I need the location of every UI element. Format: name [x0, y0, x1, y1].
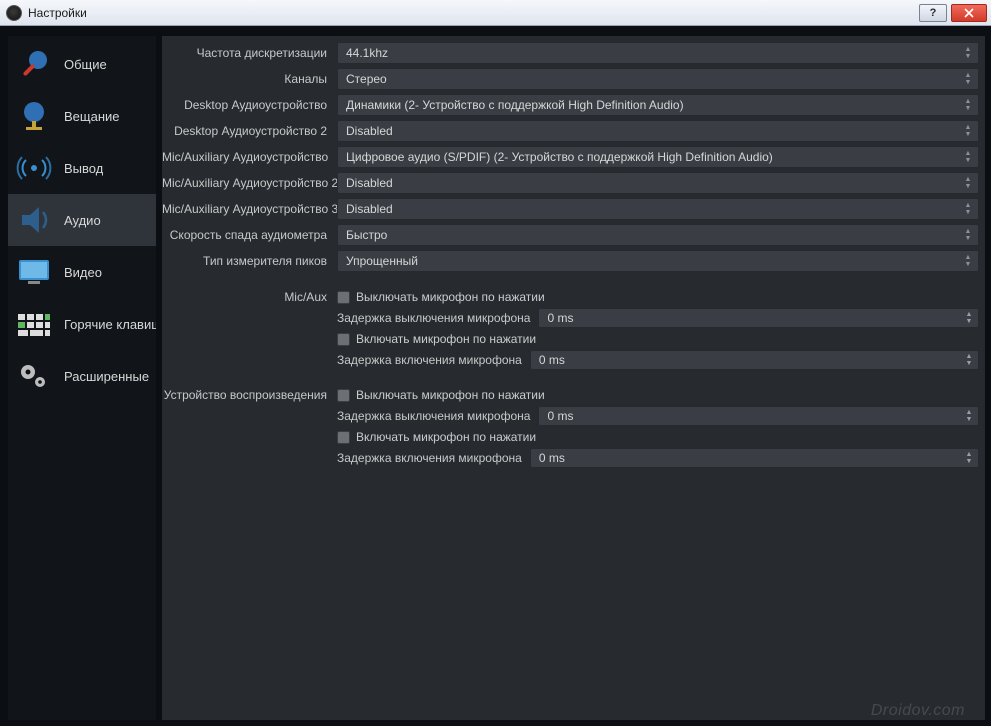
desktop-audio-1-label: Desktop Аудиоустройство — [162, 98, 337, 112]
chevron-updown-icon: ▲▼ — [960, 95, 976, 115]
micaux-ptt-delay-input[interactable]: 0 ms▲▼ — [530, 350, 979, 370]
mic-audio-2-label: Mic/Auxiliary Аудиоустройство 2 — [162, 176, 337, 190]
keyboard-icon — [14, 304, 54, 344]
sidebar-item-label: Общие — [64, 57, 107, 72]
spinner-arrows-icon: ▲▼ — [962, 309, 976, 327]
titlebar: Настройки ? — [0, 0, 991, 26]
mic-audio-1-label: Mic/Auxiliary Аудиоустройство — [162, 150, 337, 164]
chevron-updown-icon: ▲▼ — [960, 251, 976, 271]
spinner-arrows-icon: ▲▼ — [962, 407, 976, 425]
mic-audio-3-select[interactable]: Disabled▲▼ — [337, 198, 979, 220]
peak-meter-select[interactable]: Упрощенный▲▼ — [337, 250, 979, 272]
micaux-ptm-delay-label: Задержка выключения микрофона — [337, 311, 532, 325]
sidebar-item-output[interactable]: Вывод — [8, 142, 156, 194]
sidebar-item-hotkeys[interactable]: Горячие клавиши — [8, 298, 156, 350]
micaux-ptt-label: Включать микрофон по нажатии — [356, 332, 536, 346]
sidebar-item-label: Горячие клавиши — [64, 317, 156, 332]
chevron-updown-icon: ▲▼ — [960, 121, 976, 141]
micaux-ptm-checkbox[interactable] — [337, 291, 350, 304]
close-icon — [964, 8, 974, 18]
watermark: Droidov.com — [871, 702, 965, 720]
channels-select[interactable]: Стерео▲▼ — [337, 68, 979, 90]
meter-decay-label: Cкорость спада аудиометра — [162, 228, 337, 242]
micaux-ptt-delay-label: Задержка включения микрофона — [337, 353, 524, 367]
sidebar: Общие Вещание Вывод Аудио — [8, 36, 156, 720]
meter-decay-select[interactable]: Быстро▲▼ — [337, 224, 979, 246]
wrench-icon — [14, 44, 54, 84]
chevron-updown-icon: ▲▼ — [960, 199, 976, 219]
mic-audio-1-select[interactable]: Цифровое аудио (S/PDIF) (2- Устройство с… — [337, 146, 979, 168]
micaux-ptt-checkbox[interactable] — [337, 333, 350, 346]
mic-audio-3-label: Mic/Auxiliary Аудиоустройство 3 — [162, 202, 337, 216]
desktop-audio-1-select[interactable]: Динамики (2- Устройство с поддержкой Hig… — [337, 94, 979, 116]
chevron-updown-icon: ▲▼ — [960, 43, 976, 63]
help-button[interactable]: ? — [919, 4, 947, 22]
desktop-audio-2-select[interactable]: Disabled▲▼ — [337, 120, 979, 142]
peak-meter-label: Тип измерителя пиков — [162, 254, 337, 268]
sidebar-item-general[interactable]: Общие — [8, 38, 156, 90]
sidebar-item-label: Вывод — [64, 161, 103, 176]
sample-rate-select[interactable]: 44.1khz▲▼ — [337, 42, 979, 64]
speaker-icon — [14, 200, 54, 240]
window-title: Настройки — [28, 6, 915, 20]
playback-ptm-delay-label: Задержка выключения микрофона — [337, 409, 532, 423]
app-icon — [6, 5, 22, 21]
micaux-section-label: Mic/Aux — [162, 288, 337, 370]
sidebar-item-audio[interactable]: Аудио — [8, 194, 156, 246]
globe-icon — [14, 96, 54, 136]
close-button[interactable] — [951, 4, 987, 22]
spinner-arrows-icon: ▲▼ — [962, 449, 976, 467]
channels-label: Каналы — [162, 72, 337, 86]
monitor-icon — [14, 252, 54, 292]
sidebar-item-label: Видео — [64, 265, 102, 280]
micaux-ptm-label: Выключать микрофон по нажатии — [356, 290, 545, 304]
broadcast-icon — [14, 148, 54, 188]
chevron-updown-icon: ▲▼ — [960, 225, 976, 245]
sample-rate-label: Частота дискретизации — [162, 46, 337, 60]
playback-ptm-checkbox[interactable] — [337, 389, 350, 402]
gears-icon — [14, 356, 54, 396]
playback-ptt-delay-input[interactable]: 0 ms▲▼ — [530, 448, 979, 468]
sidebar-item-stream[interactable]: Вещание — [8, 90, 156, 142]
chevron-updown-icon: ▲▼ — [960, 173, 976, 193]
micaux-ptm-delay-input[interactable]: 0 ms▲▼ — [538, 308, 979, 328]
playback-ptt-delay-label: Задержка включения микрофона — [337, 451, 524, 465]
desktop-audio-2-label: Desktop Аудиоустройство 2 — [162, 124, 337, 138]
playback-ptm-delay-input[interactable]: 0 ms▲▼ — [538, 406, 979, 426]
chevron-updown-icon: ▲▼ — [960, 147, 976, 167]
spinner-arrows-icon: ▲▼ — [962, 351, 976, 369]
chevron-updown-icon: ▲▼ — [960, 69, 976, 89]
sidebar-item-label: Аудио — [64, 213, 101, 228]
playback-ptt-checkbox[interactable] — [337, 431, 350, 444]
sidebar-item-label: Расширенные — [64, 369, 149, 384]
playback-ptt-label: Включать микрофон по нажатии — [356, 430, 536, 444]
sidebar-item-video[interactable]: Видео — [8, 246, 156, 298]
mic-audio-2-select[interactable]: Disabled▲▼ — [337, 172, 979, 194]
playback-section-label: Устройство воспроизведения — [162, 386, 337, 468]
sidebar-item-label: Вещание — [64, 109, 120, 124]
playback-ptm-label: Выключать микрофон по нажатии — [356, 388, 545, 402]
settings-panel: Частота дискретизации 44.1khz▲▼ Каналы С… — [162, 36, 985, 720]
sidebar-item-advanced[interactable]: Расширенные — [8, 350, 156, 402]
